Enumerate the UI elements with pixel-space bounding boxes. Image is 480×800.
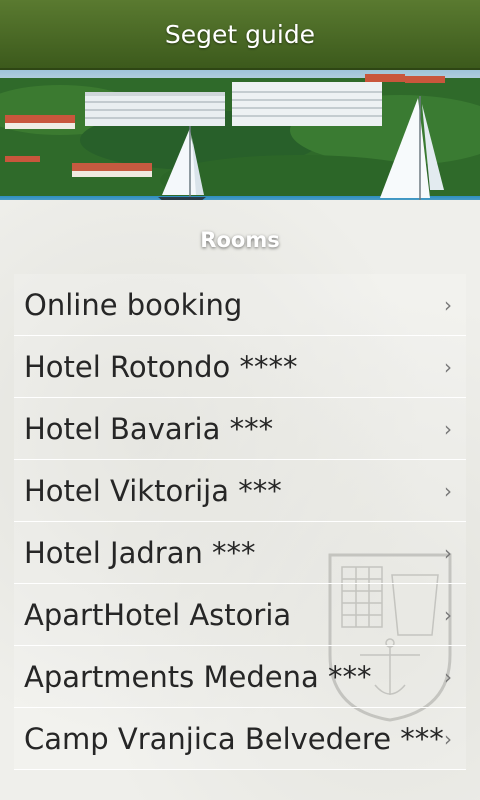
list-item-label: Online booking [24,287,243,322]
section-title: Rooms [200,228,280,252]
list-item-label: Camp Vranjica Belvedere *** [24,721,444,756]
chevron-right-icon: › [444,540,452,565]
list-item-hotel-rotondo[interactable]: Hotel Rotondo **** › [14,336,466,398]
list-item-apartments-medena[interactable]: Apartments Medena *** › [14,646,466,708]
list-item-hotel-viktorija[interactable]: Hotel Viktorija *** › [14,460,466,522]
list-item-label: Hotel Rotondo **** [24,349,298,384]
rooms-list: Online booking › Hotel Rotondo **** › Ho… [14,274,466,770]
chevron-right-icon: › [444,354,452,379]
list-item-online-booking[interactable]: Online booking › [14,274,466,336]
list-item-label: ApartHotel Astoria [24,597,292,632]
chevron-right-icon: › [444,602,452,627]
list-item-label: Apartments Medena *** [24,659,372,694]
app-title: Seget guide [164,19,316,49]
chevron-right-icon: › [444,664,452,689]
chevron-right-icon: › [444,478,452,503]
list-item-label: Hotel Bavaria *** [24,411,274,446]
list-item-aparthotel-astoria[interactable]: ApartHotel Astoria › [14,584,466,646]
list-item-hotel-jadran[interactable]: Hotel Jadran *** › [14,522,466,584]
chevron-right-icon: › [444,292,452,317]
list-item-camp-vranjica-belvedere[interactable]: Camp Vranjica Belvedere *** › [14,708,466,770]
list-item-label: Hotel Jadran *** [24,535,256,570]
chevron-right-icon: › [444,416,452,441]
list-item-hotel-bavaria[interactable]: Hotel Bavaria *** › [14,398,466,460]
title-bar: Seget guide [0,0,480,70]
chevron-right-icon: › [444,726,452,751]
list-item-label: Hotel Viktorija *** [24,473,282,508]
